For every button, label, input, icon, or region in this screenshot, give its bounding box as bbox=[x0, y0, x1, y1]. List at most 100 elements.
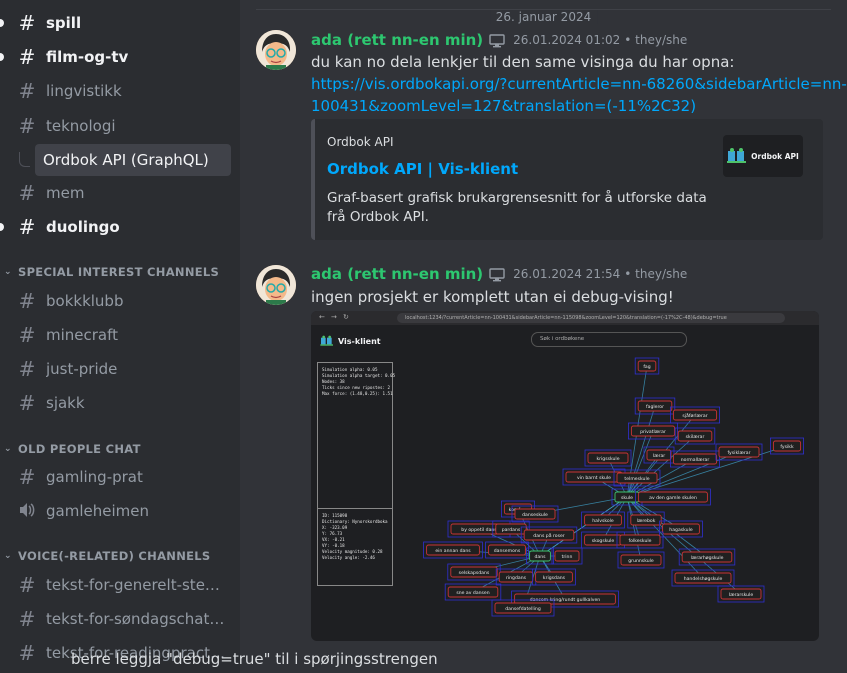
graph-node: hagaskule bbox=[659, 520, 703, 538]
hash-icon: # bbox=[18, 45, 36, 69]
svg-text:skule: skule bbox=[621, 495, 633, 501]
graph-node: dans bbox=[526, 547, 554, 565]
svg-text:dansemons: dansemons bbox=[494, 548, 521, 554]
category-old-people-chat[interactable]: ⌄ OLD PEOPLE CHAT bbox=[4, 440, 141, 458]
category-label: OLD PEOPLE CHAT bbox=[18, 442, 141, 456]
graph-node: fagleror bbox=[634, 397, 676, 415]
channel-name: film-og-tv bbox=[46, 48, 129, 66]
graph-node: lærarhøgskule bbox=[678, 548, 736, 566]
thread-name: Ordbok API (GraphQL) bbox=[43, 151, 209, 169]
graph-node: selskapsdans bbox=[447, 563, 501, 581]
hash-icon: # bbox=[18, 215, 36, 239]
svg-text:handelshøgskule: handelshøgskule bbox=[684, 576, 723, 582]
svg-text:lærarskule: lærarskule bbox=[729, 592, 753, 598]
svg-text:krigsskule: krigsskule bbox=[596, 456, 619, 462]
thumbnail-label: Ordbok API bbox=[751, 151, 799, 161]
unread-indicator bbox=[0, 223, 4, 231]
hash-icon: # bbox=[18, 181, 36, 205]
channel-name: mem bbox=[46, 184, 85, 202]
svg-text:fagleror: fagleror bbox=[646, 404, 664, 410]
desktop-icon bbox=[489, 267, 505, 282]
svg-text:hagaskule: hagaskule bbox=[669, 527, 693, 533]
hash-icon: # bbox=[18, 79, 36, 103]
hash-icon: # bbox=[18, 607, 36, 631]
svg-text:halvskole: halvskole bbox=[592, 518, 614, 524]
graph-node: lærar bbox=[643, 446, 675, 464]
embed-provider: Ordbok API bbox=[327, 135, 394, 149]
svg-text:danseskule: danseskule bbox=[522, 512, 548, 518]
channel-name: tekst-for-søndagschatten bbox=[46, 610, 226, 628]
channel-minecraft[interactable]: # minecraft bbox=[6, 319, 231, 351]
graph-node: trinn bbox=[551, 547, 583, 565]
timestamp: 26.01.2024 21:54 bbox=[513, 267, 621, 281]
channel-lingvistikk[interactable]: # lingvistikk bbox=[6, 75, 231, 107]
channel-just-pride[interactable]: # just-pride bbox=[6, 353, 231, 385]
channel-mem[interactable]: # mem bbox=[6, 177, 231, 209]
channel-bokkklubb[interactable]: # bokkklubb bbox=[6, 285, 231, 317]
svg-text:telmeskule: telmeskule bbox=[624, 476, 649, 482]
channel-name: bokkklubb bbox=[46, 292, 124, 310]
hash-icon: # bbox=[18, 641, 36, 665]
channel-teknologi[interactable]: # teknologi bbox=[6, 110, 231, 142]
channel-tekst-for-generelt[interactable]: # tekst-for-generelt-stem... bbox=[6, 569, 231, 601]
attached-screenshot[interactable]: ← → ↻ localhost:1234/?currentArticle=nn-… bbox=[311, 311, 819, 641]
desktop-icon bbox=[489, 33, 505, 48]
category-label: SPECIAL INTEREST CHANNELS bbox=[18, 265, 220, 279]
message-link[interactable]: https://vis.ordbokapi.org/?currentArticl… bbox=[311, 73, 847, 95]
svg-text:dans: dans bbox=[534, 554, 546, 560]
message-text: du kan no dela lenkjer til den same visi… bbox=[311, 53, 735, 71]
hash-icon: # bbox=[18, 11, 36, 35]
svg-text:pardans: pardans bbox=[502, 527, 521, 533]
channel-name: just-pride bbox=[46, 360, 118, 378]
svg-text:vin barnt skule: vin barnt skule bbox=[577, 475, 611, 481]
svg-text:selskapsdans: selskapsdans bbox=[459, 570, 490, 576]
username[interactable]: ada (rett nn-en min) bbox=[311, 265, 483, 283]
svg-text:ein annan dans: ein annan dans bbox=[435, 548, 471, 554]
category-voice-related[interactable]: ⌄ VOICE(-RELATED) CHANNELS bbox=[4, 547, 211, 565]
embed-title[interactable]: Ordbok API | Vis-klient bbox=[327, 160, 518, 178]
message-text: ingen prosjekt er komplett utan ei debug… bbox=[311, 288, 674, 306]
hash-icon: # bbox=[18, 391, 36, 415]
svg-text:dansefdatelling: dansefdatelling bbox=[505, 606, 541, 612]
channel-duolingo[interactable]: # duolingo bbox=[0, 211, 231, 243]
graph-node: fag bbox=[634, 357, 660, 375]
channel-gamling-prat[interactable]: # gamling-prat bbox=[6, 461, 231, 493]
channel-film-og-tv[interactable]: # film-og-tv bbox=[0, 41, 231, 73]
svg-text:skilærar: skilærar bbox=[686, 434, 705, 440]
category-label: VOICE(-RELATED) CHANNELS bbox=[18, 549, 211, 563]
graph-node: fysikk bbox=[769, 437, 804, 455]
username[interactable]: ada (rett nn-en min) bbox=[311, 31, 483, 49]
speaker-icon bbox=[16, 501, 38, 521]
channel-name: duolingo bbox=[46, 218, 120, 236]
channel-name: gamling-prat bbox=[46, 468, 143, 486]
graph-edge bbox=[626, 435, 696, 498]
date-divider: 26. januar 2024 bbox=[256, 9, 831, 24]
timestamp: 26.01.2024 01:02 bbox=[513, 33, 621, 47]
svg-text:skogskule: skogskule bbox=[592, 538, 615, 544]
channel-sjakk[interactable]: # sjakk bbox=[6, 387, 231, 419]
graph-node: ein annan dans bbox=[423, 541, 483, 559]
graph-node: skogskule bbox=[581, 531, 625, 549]
message-link-cont[interactable]: 100431&zoomLevel=127&translation=(-11%2C… bbox=[311, 95, 696, 117]
category-special-interest[interactable]: ⌄ SPECIAL INTEREST CHANNELS bbox=[4, 263, 219, 281]
svg-text:sjåførlærar: sjåførlærar bbox=[682, 412, 707, 419]
avatar[interactable] bbox=[256, 30, 296, 70]
link-line-1[interactable]: https://vis.ordbokapi.org/?currentArticl… bbox=[311, 75, 847, 93]
chevron-down-icon: ⌄ bbox=[4, 267, 12, 277]
embed-thumbnail[interactable]: Ordbok API bbox=[723, 135, 803, 177]
thread-ordbok-api[interactable]: Ordbok API (GraphQL) bbox=[35, 144, 231, 176]
pronouns: • they/she bbox=[624, 267, 688, 281]
avatar[interactable] bbox=[256, 265, 296, 305]
channel-spill[interactable]: # spill bbox=[0, 7, 231, 39]
svg-text:krigsdans: krigsdans bbox=[543, 575, 566, 581]
thread-connector bbox=[19, 152, 30, 167]
date-divider-label: 26. januar 2024 bbox=[489, 10, 598, 24]
graph-canvas: fag fagleror sjåførlærar privatlærar skilæra… bbox=[423, 357, 804, 617]
message-text: berre leggja "debug=true" til i spørjing… bbox=[71, 650, 438, 668]
link-line-2[interactable]: 100431&zoomLevel=127&translation=(-11%2C… bbox=[311, 97, 696, 115]
svg-text:fysiklærar: fysiklærar bbox=[728, 450, 751, 456]
channel-tekst-for-sondagschatten[interactable]: # tekst-for-søndagschatten bbox=[6, 603, 231, 635]
graph-node: handelshøgskule bbox=[671, 569, 735, 587]
svg-text:trinn: trinn bbox=[562, 554, 573, 560]
voice-channel-gamleheimen[interactable]: gamleheimen bbox=[6, 495, 231, 527]
